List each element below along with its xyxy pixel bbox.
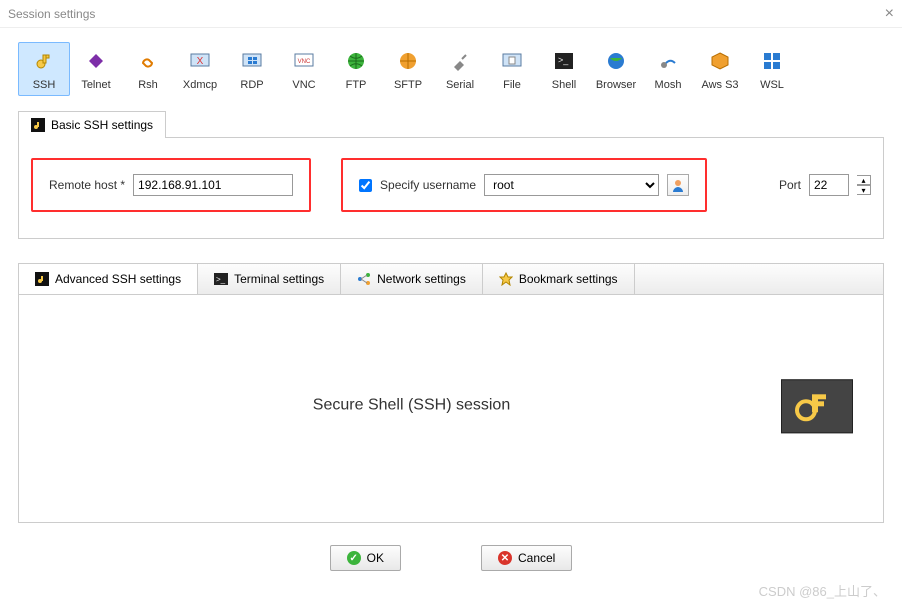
protocol-label: VNC: [279, 79, 329, 91]
key-icon: [31, 118, 45, 132]
tab-label: Advanced SSH settings: [55, 272, 181, 286]
user-picker-button[interactable]: [667, 174, 689, 196]
protocol-sftp[interactable]: SFTP: [382, 42, 434, 96]
protocol-label: FTP: [331, 79, 381, 91]
monitor-x-icon: X: [175, 47, 225, 75]
protocol-label: Serial: [435, 79, 485, 91]
watermark: CSDN @86_上山了、: [759, 581, 886, 600]
protocol-label: Shell: [539, 79, 589, 91]
cancel-label: Cancel: [518, 551, 555, 565]
remote-host-label: Remote host *: [49, 178, 125, 192]
username-select[interactable]: root: [484, 174, 659, 196]
key-icon: [792, 388, 842, 424]
protocol-rdp[interactable]: RDP: [226, 42, 278, 96]
monitor-win-icon: [227, 47, 277, 75]
monitor-vnc-icon: VNC: [279, 47, 329, 75]
protocol-label: Mosh: [643, 79, 693, 91]
protocol-shell[interactable]: >_ Shell: [538, 42, 590, 96]
protocol-rsh[interactable]: Rsh: [122, 42, 174, 96]
terminal-icon: >_: [214, 273, 228, 285]
terminal-icon: >_: [539, 47, 589, 75]
protocol-label: SSH: [19, 79, 69, 91]
user-icon: [671, 178, 685, 192]
ok-label: OK: [367, 551, 384, 565]
basic-tabrow: Basic SSH settings: [18, 110, 884, 138]
port-spinner[interactable]: ▴▾: [857, 175, 871, 195]
diamond-icon: [71, 47, 121, 75]
protocol-telnet[interactable]: Telnet: [70, 42, 122, 96]
globe-green-icon: [331, 47, 381, 75]
tab-terminal[interactable]: >_ Terminal settings: [198, 264, 341, 294]
tab-label: Basic SSH settings: [51, 118, 153, 132]
protocol-label: File: [487, 79, 537, 91]
specify-username-label: Specify username: [380, 178, 476, 192]
monitor-file-icon: [487, 47, 537, 75]
protocol-wsl[interactable]: WSL: [746, 42, 798, 96]
tab-network[interactable]: Network settings: [341, 264, 483, 294]
windows-icon: [747, 47, 797, 75]
protocol-mosh[interactable]: Mosh: [642, 42, 694, 96]
remote-host-group: Remote host *: [31, 158, 311, 212]
tab-advanced-ssh[interactable]: Advanced SSH settings: [19, 264, 198, 294]
tab-label: Terminal settings: [234, 272, 324, 286]
tab-bookmark[interactable]: Bookmark settings: [483, 264, 635, 294]
port-group: Port ▴▾: [779, 174, 871, 196]
session-key-image: [781, 379, 853, 433]
port-input[interactable]: [809, 174, 849, 196]
svg-text:X: X: [197, 56, 204, 67]
ok-button[interactable]: ✓ OK: [330, 545, 401, 571]
tab-label: Network settings: [377, 272, 466, 286]
specify-username-checkbox[interactable]: [359, 179, 372, 192]
cancel-button[interactable]: ✕ Cancel: [481, 545, 572, 571]
key-icon: [35, 272, 49, 286]
cube-icon: [695, 47, 745, 75]
protocol-row: SSH Telnet Rsh X Xdmcp RDP VNC VNC FTP S…: [18, 36, 884, 110]
protocol-ftp[interactable]: FTP: [330, 42, 382, 96]
spin-down-icon[interactable]: ▾: [857, 185, 871, 195]
dialog-body: SSH Telnet Rsh X Xdmcp RDP VNC VNC FTP S…: [0, 28, 902, 579]
port-label: Port: [779, 178, 801, 192]
protocol-label: SFTP: [383, 79, 433, 91]
svg-text:VNC: VNC: [298, 59, 311, 65]
link-icon: [123, 47, 173, 75]
globe-orange-icon: [383, 47, 433, 75]
close-icon[interactable]: ×: [885, 5, 894, 23]
svg-text:>_: >_: [216, 275, 226, 284]
session-description: Secure Shell (SSH) session: [313, 396, 510, 414]
satellite-icon: [643, 47, 693, 75]
protocol-browser[interactable]: Browser: [590, 42, 642, 96]
protocol-label: Telnet: [71, 79, 121, 91]
key-icon: [19, 47, 69, 75]
protocol-label: RDP: [227, 79, 277, 91]
username-group: Specify username root: [341, 158, 707, 212]
globe-blue-icon: [591, 47, 641, 75]
protocol-label: Browser: [591, 79, 641, 91]
x-icon: ✕: [498, 551, 512, 565]
star-icon: [499, 272, 513, 286]
button-row: ✓ OK ✕ Cancel: [18, 545, 884, 571]
tab-label: Bookmark settings: [519, 272, 618, 286]
advanced-body: Secure Shell (SSH) session: [18, 295, 884, 523]
protocol-ssh[interactable]: SSH: [18, 42, 70, 96]
protocol-file[interactable]: File: [486, 42, 538, 96]
spin-up-icon[interactable]: ▴: [857, 175, 871, 185]
titlebar: Session settings ×: [0, 0, 902, 28]
remote-host-input[interactable]: [133, 174, 293, 196]
check-icon: ✓: [347, 551, 361, 565]
network-icon: [357, 272, 371, 286]
plug-icon: [435, 47, 485, 75]
svg-text:>_: >_: [558, 55, 569, 65]
protocol-vnc[interactable]: VNC VNC: [278, 42, 330, 96]
protocol-serial[interactable]: Serial: [434, 42, 486, 96]
protocol-aws[interactable]: Aws S3: [694, 42, 746, 96]
protocol-label: Aws S3: [695, 79, 745, 91]
protocol-label: Rsh: [123, 79, 173, 91]
protocol-label: Xdmcp: [175, 79, 225, 91]
basic-panel: Remote host * Specify username root Port…: [18, 138, 884, 239]
tab-basic-ssh[interactable]: Basic SSH settings: [18, 111, 166, 138]
advanced-tabs: Advanced SSH settings >_ Terminal settin…: [18, 263, 884, 295]
protocol-label: WSL: [747, 79, 797, 91]
protocol-xdmcp[interactable]: X Xdmcp: [174, 42, 226, 96]
window-title: Session settings: [8, 7, 95, 21]
